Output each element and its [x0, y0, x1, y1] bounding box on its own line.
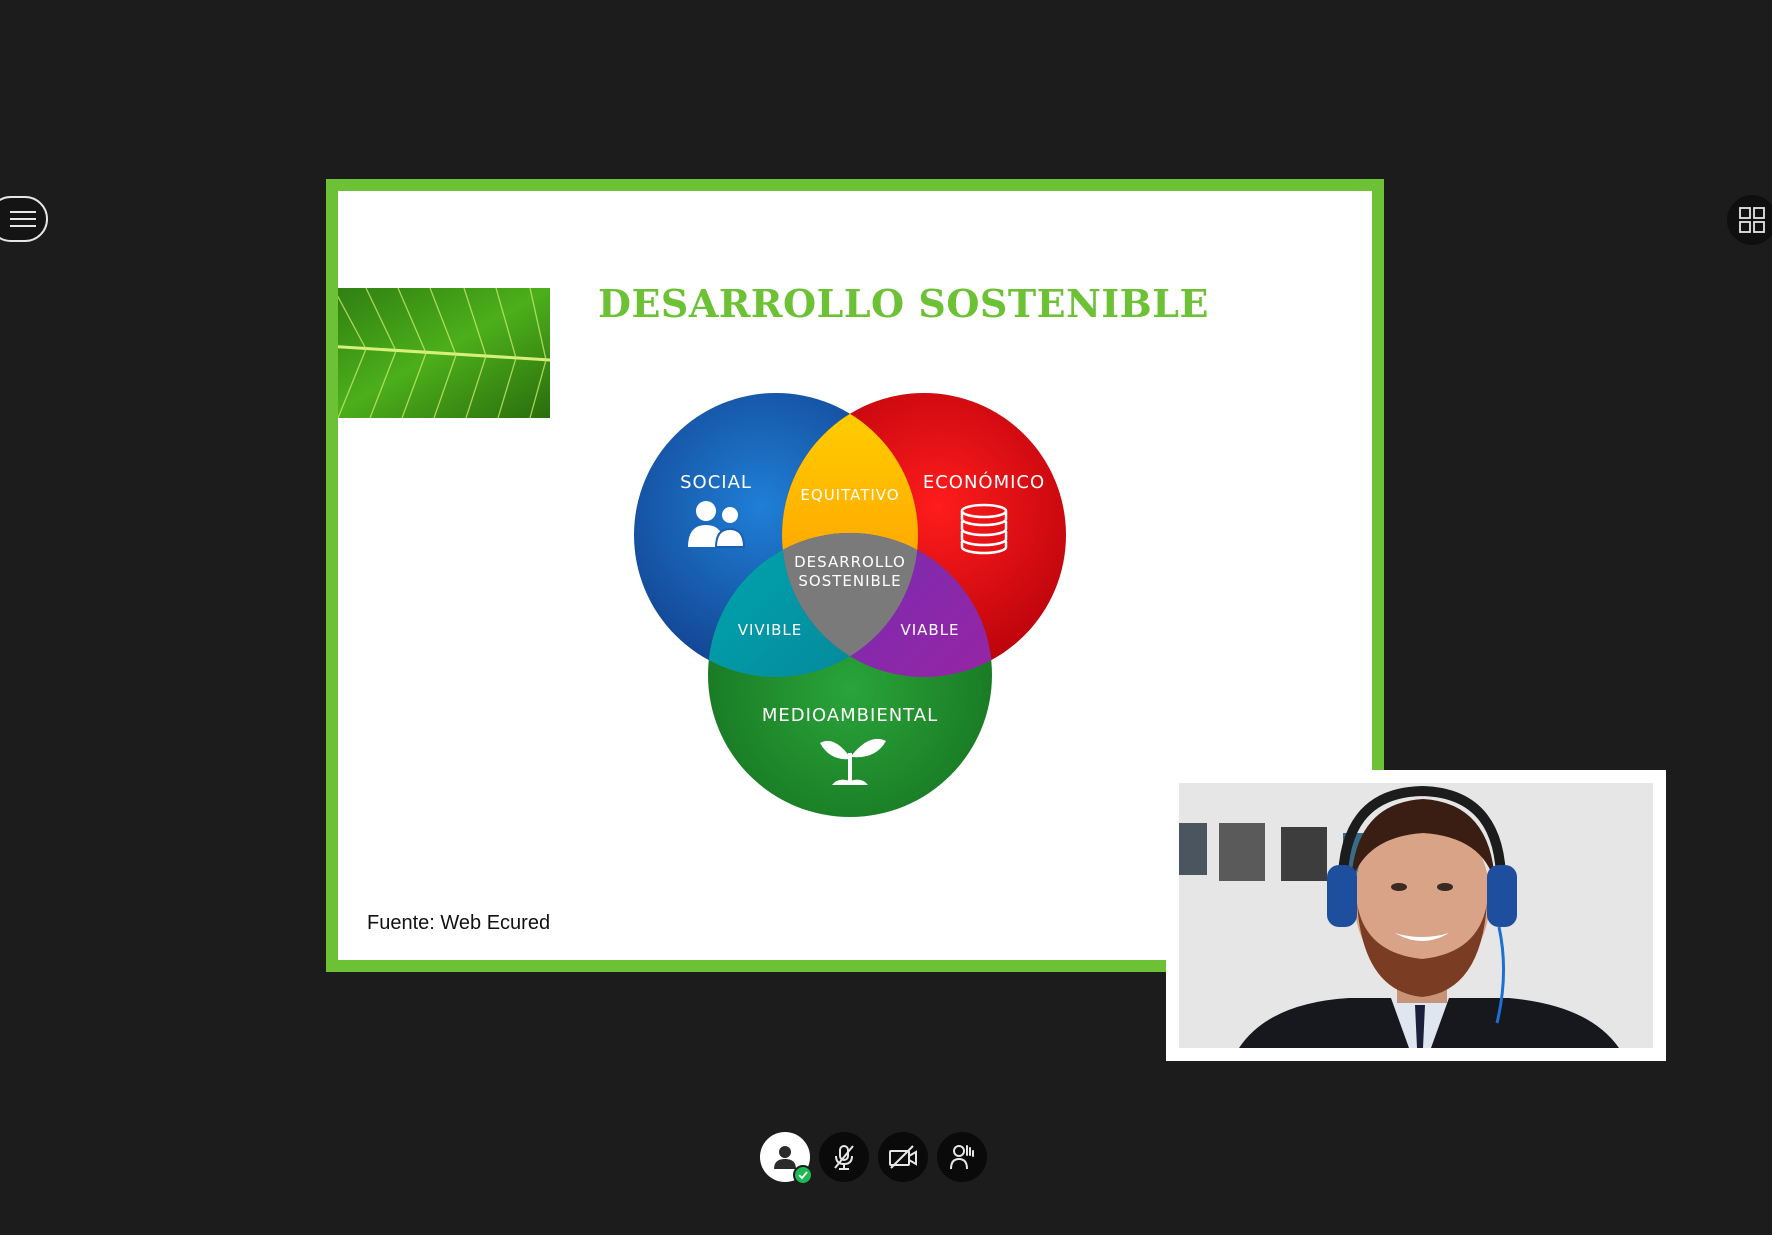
economic-label: ECONÓMICO: [923, 471, 1045, 493]
call-controls: [760, 1132, 987, 1185]
slide-source: Fuente: Web Ecured: [367, 912, 551, 934]
microphone-toggle-button[interactable]: [819, 1132, 869, 1182]
layout-grid-button[interactable]: [1727, 195, 1772, 245]
camera-off-icon: [889, 1145, 917, 1169]
leaf-image: [338, 288, 550, 418]
equitable-label: EQUITATIVO: [800, 486, 899, 504]
center-label-line2: SOSTENIBLE: [798, 572, 901, 590]
connected-status-icon: [793, 1165, 813, 1185]
meeting-stage: DESARROLLO SOSTENIBLE SOCIAL ECONÓMICO E…: [0, 0, 1772, 1235]
viable-label: VIABLE: [900, 621, 959, 639]
participant-video: [1179, 783, 1653, 1048]
livable-label: VIVIBLE: [738, 621, 803, 639]
center-label-line1: DESARROLLO: [794, 553, 906, 571]
menu-button[interactable]: [0, 196, 48, 242]
social-label: SOCIAL: [680, 472, 752, 493]
sustainability-venn-diagram: SOCIAL ECONÓMICO EQUITATIVO DESARROLLO S…: [634, 393, 1066, 817]
participant-video-tile[interactable]: [1166, 770, 1666, 1061]
camera-toggle-button[interactable]: [878, 1132, 928, 1182]
user-status-button[interactable]: [760, 1132, 813, 1185]
hamburger-icon: [10, 211, 36, 227]
microphone-muted-icon: [834, 1145, 854, 1170]
user-icon: [774, 1146, 796, 1169]
slide-title: DESARROLLO SOSTENIBLE: [598, 281, 1209, 326]
raise-hand-button[interactable]: [937, 1132, 987, 1182]
environment-label: MEDIOAMBIENTAL: [762, 705, 938, 726]
raise-hand-icon: [950, 1145, 974, 1170]
grid-icon: [1739, 207, 1765, 233]
